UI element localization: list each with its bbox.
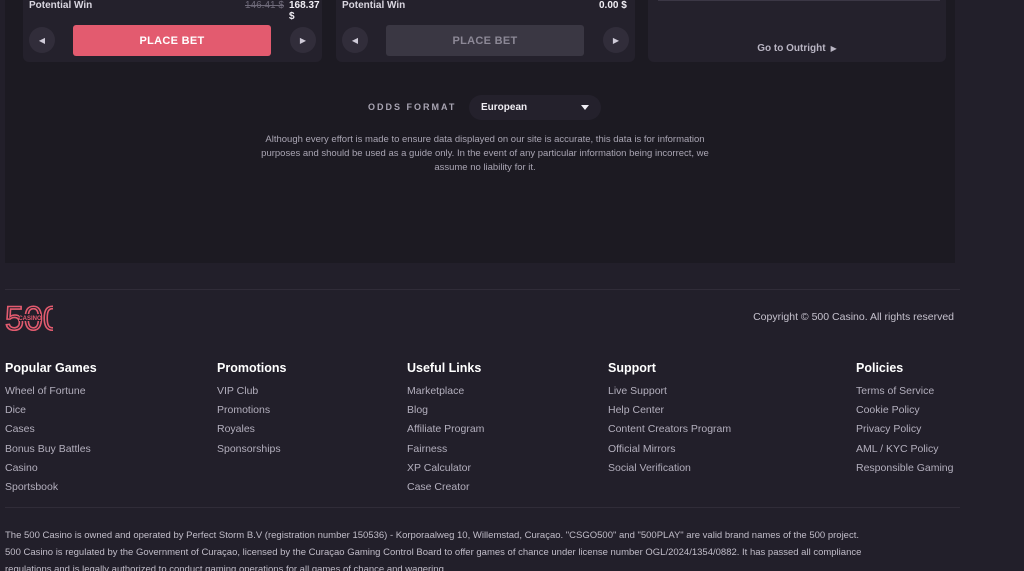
footer-link[interactable]: Cookie Policy bbox=[856, 401, 953, 420]
legal-line: regulations and is legally authorized to… bbox=[5, 564, 447, 571]
footer-link[interactable]: Content Creators Program bbox=[608, 420, 731, 439]
footer-link[interactable]: Dice bbox=[5, 401, 97, 420]
copyright-text: Copyright © 500 Casino. All rights reser… bbox=[753, 311, 954, 323]
footer-link[interactable]: Sponsorships bbox=[217, 440, 286, 459]
casino-logo[interactable]: 500 CASINO bbox=[4, 299, 62, 339]
footer-link[interactable]: Affiliate Program bbox=[407, 420, 484, 439]
footer-link[interactable]: Privacy Policy bbox=[856, 420, 953, 439]
footer-link[interactable]: VIP Club bbox=[217, 382, 286, 401]
footer-link[interactable]: Cases bbox=[5, 420, 97, 439]
footer-column-support: Support Live Support Help Center Content… bbox=[608, 361, 731, 478]
chevron-right-icon: ▶ bbox=[612, 35, 620, 45]
footer-column-promotions: Promotions VIP Club Promotions Royales S… bbox=[217, 361, 286, 459]
chevron-left-icon: ◀ bbox=[38, 35, 46, 45]
footer-link[interactable]: Fairness bbox=[407, 440, 484, 459]
next-arrow-button[interactable]: ▶ bbox=[290, 27, 316, 53]
legal-divider bbox=[5, 507, 960, 508]
footer-column-title: Useful Links bbox=[407, 361, 482, 375]
place-bet-button[interactable]: PLACE BET bbox=[73, 25, 271, 56]
go-to-outright-label: Go to Outright bbox=[757, 43, 826, 54]
footer-link[interactable]: Live Support bbox=[608, 382, 731, 401]
potential-win-label: Potential Win bbox=[342, 0, 406, 11]
go-to-outright-link[interactable]: Go to Outright ▶ bbox=[648, 43, 946, 54]
footer-link[interactable]: AML / KYC Policy bbox=[856, 440, 953, 459]
caret-right-icon: ▶ bbox=[828, 44, 837, 53]
footer-column-title: Popular Games bbox=[5, 361, 97, 375]
bet-slip-card: Potential Win 146.41 $ 168.37 $ ◀ PLACE … bbox=[23, 0, 322, 62]
footer-link[interactable]: Case Creator bbox=[407, 478, 484, 497]
odds-format-label: ODDS FORMAT bbox=[368, 102, 457, 112]
odds-format-value: European bbox=[481, 102, 528, 113]
footer-link[interactable]: Sportsbook bbox=[5, 478, 97, 497]
footer-link[interactable]: Responsible Gaming bbox=[856, 459, 953, 478]
potential-win-value: 168.37 $ bbox=[289, 0, 320, 22]
chevron-right-icon: ▶ bbox=[299, 35, 307, 45]
footer-column-title: Support bbox=[608, 361, 656, 375]
legal-text: The 500 Casino is owned and operated by … bbox=[5, 527, 965, 571]
odds-format-select[interactable]: European bbox=[469, 95, 601, 120]
sports-panel: Potential Win 146.41 $ 168.37 $ ◀ PLACE … bbox=[5, 0, 955, 263]
footer-link[interactable]: Wheel of Fortune bbox=[5, 382, 97, 401]
footer-link[interactable]: Marketplace bbox=[407, 382, 484, 401]
footer-link[interactable]: Promotions bbox=[217, 401, 286, 420]
legal-line: The 500 Casino is owned and operated by … bbox=[5, 530, 859, 541]
next-arrow-button[interactable]: ▶ bbox=[603, 27, 629, 53]
legal-line: 500 Casino is regulated by the Governmen… bbox=[5, 547, 862, 558]
footer-column-policies: Policies Terms of Service Cookie Policy … bbox=[856, 361, 953, 478]
logo-subtext: CASINO bbox=[18, 316, 42, 322]
footer-column-title: Policies bbox=[856, 361, 904, 375]
footer-divider bbox=[5, 289, 960, 290]
footer-link[interactable]: XP Calculator bbox=[407, 459, 484, 478]
footer-link[interactable]: Help Center bbox=[608, 401, 731, 420]
logo-icon: 500 CASINO bbox=[4, 299, 62, 339]
footer-link[interactable]: Blog bbox=[407, 401, 484, 420]
potential-win-old-value: 146.41 $ bbox=[245, 0, 284, 11]
footer-column-popular-games: Popular Games Wheel of Fortune Dice Case… bbox=[5, 361, 97, 497]
chevron-down-icon bbox=[581, 105, 589, 110]
footer-link[interactable]: Bonus Buy Battles bbox=[5, 440, 97, 459]
chevron-left-icon: ◀ bbox=[351, 35, 359, 45]
bet-slip-card: Potential Win 0.00 $ ◀ PLACE BET ▶ bbox=[336, 0, 635, 62]
footer-column-title: Promotions bbox=[217, 361, 287, 375]
potential-win-label: Potential Win bbox=[29, 0, 93, 11]
outright-card: Go to Outright ▶ bbox=[648, 0, 946, 62]
place-bet-button[interactable]: PLACE BET bbox=[386, 25, 584, 56]
footer-link[interactable]: Casino bbox=[5, 459, 97, 478]
footer-link[interactable]: Social Verification bbox=[608, 459, 731, 478]
potential-win-value: 0.00 $ bbox=[599, 0, 627, 11]
footer-link[interactable]: Terms of Service bbox=[856, 382, 953, 401]
previous-arrow-button[interactable]: ◀ bbox=[342, 27, 368, 53]
previous-arrow-button[interactable]: ◀ bbox=[29, 27, 55, 53]
footer-column-useful-links: Useful Links Marketplace Blog Affiliate … bbox=[407, 361, 484, 497]
footer-link[interactable]: Royales bbox=[217, 420, 286, 439]
disclaimer-text: Although every effort is made to ensure … bbox=[261, 134, 709, 173]
footer-link[interactable]: Official Mirrors bbox=[608, 440, 731, 459]
outright-divider bbox=[658, 0, 940, 1]
